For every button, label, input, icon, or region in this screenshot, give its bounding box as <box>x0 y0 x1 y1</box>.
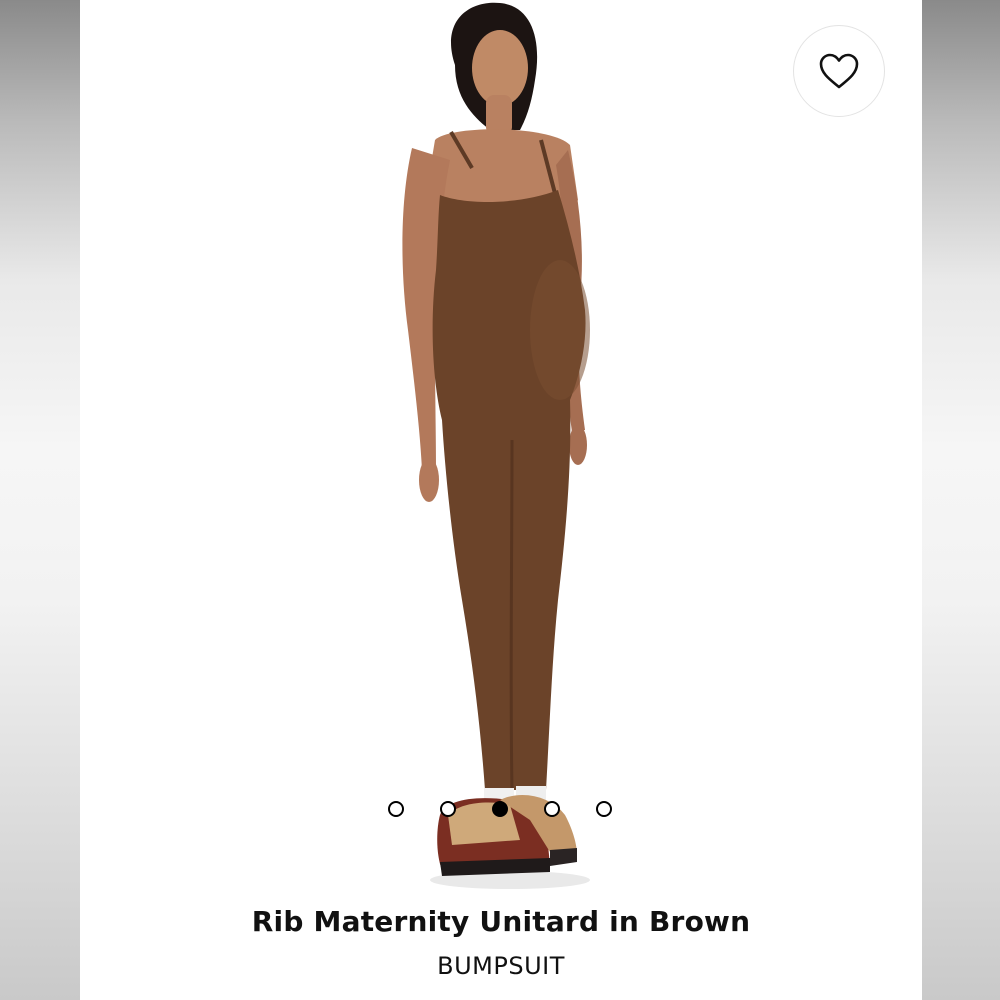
carousel-dot-3-active[interactable] <box>492 801 508 817</box>
background-blur-left <box>0 0 80 1000</box>
product-card: Rib Maternity Unitard in Brown BUMPSUIT <box>80 0 922 1000</box>
carousel-dots <box>388 799 612 819</box>
product-title: Rib Maternity Unitard in Brown <box>251 905 751 938</box>
screenshot-frame: Rib Maternity Unitard in Brown BUMPSUIT <box>0 0 1000 1000</box>
brand-name[interactable]: BUMPSUIT <box>80 952 922 980</box>
heart-outline-icon <box>819 53 859 89</box>
carousel-dot-4[interactable] <box>544 801 560 817</box>
carousel-dot-1[interactable] <box>388 801 404 817</box>
carousel-dot-5[interactable] <box>596 801 612 817</box>
wishlist-button[interactable] <box>793 25 885 117</box>
product-image[interactable] <box>80 0 922 895</box>
carousel-dot-2[interactable] <box>440 801 456 817</box>
background-blur-right <box>922 0 1000 1000</box>
